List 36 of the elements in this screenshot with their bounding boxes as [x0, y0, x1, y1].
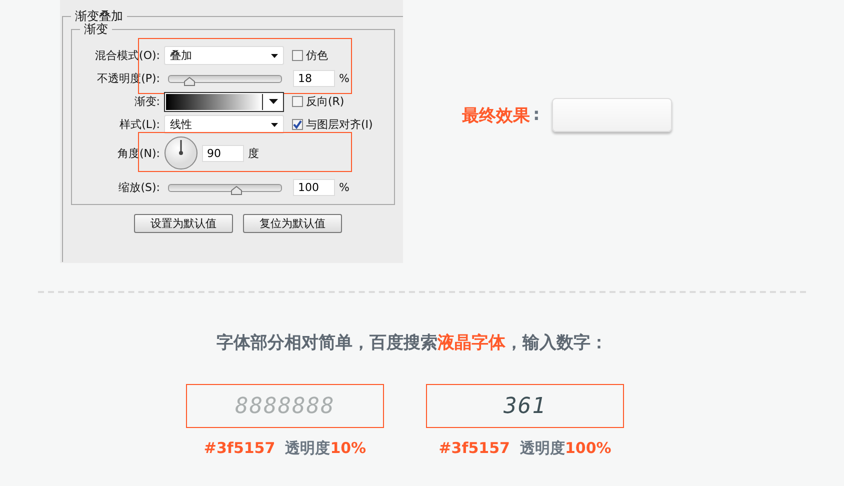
group-title: 渐变	[80, 22, 112, 36]
caption-text: #3f5157 透明度10%	[204, 439, 366, 458]
field-label: 缩放(S):	[118, 180, 161, 195]
lcd-digits: 8888888	[235, 394, 335, 418]
caret-icon	[271, 54, 278, 58]
caret-icon	[271, 122, 278, 126]
value-field[interactable]: 100	[293, 179, 335, 196]
caption-text: #3f5157 透明度100%	[438, 439, 612, 458]
field-label: 样式(L):	[118, 117, 161, 132]
checkbox-label: 仿色	[306, 48, 328, 63]
lcd-digits: 361	[504, 394, 546, 418]
caret-icon	[269, 99, 278, 104]
field-label: 角度(N):	[116, 146, 161, 160]
dialog-button[interactable]: 设置为默认值	[134, 214, 233, 233]
value-field[interactable]: 18	[293, 70, 335, 87]
checkbox[interactable]	[292, 119, 303, 130]
field-label: 渐变:	[133, 94, 161, 109]
checkbox[interactable]	[292, 96, 303, 107]
dialog-button[interactable]: 复位为默认值	[243, 214, 342, 233]
dropdown[interactable]: 叠加	[164, 46, 284, 65]
dropdown[interactable]: 线性	[164, 115, 284, 134]
unit-label: %	[339, 181, 350, 194]
heading-text: 字体部分相对简单，百度搜索液晶字体，输入数字：	[216, 332, 608, 354]
unit-label: 度	[248, 146, 259, 160]
result-label: 最终效果	[462, 104, 530, 126]
slider-thumb[interactable]	[231, 186, 242, 194]
angle-dial[interactable]	[164, 136, 198, 170]
value-field[interactable]: 90	[202, 144, 244, 162]
colon-label: :	[533, 105, 540, 125]
checkbox-label: 与图层对齐(I)	[306, 117, 373, 132]
gradient-picker[interactable]	[164, 92, 284, 112]
unit-label: %	[339, 72, 350, 85]
checkbox-label: 反向(R)	[306, 94, 344, 109]
panel-title: 渐变叠加	[71, 9, 127, 23]
slider-thumb[interactable]	[184, 76, 196, 86]
checkbox[interactable]	[292, 50, 303, 61]
